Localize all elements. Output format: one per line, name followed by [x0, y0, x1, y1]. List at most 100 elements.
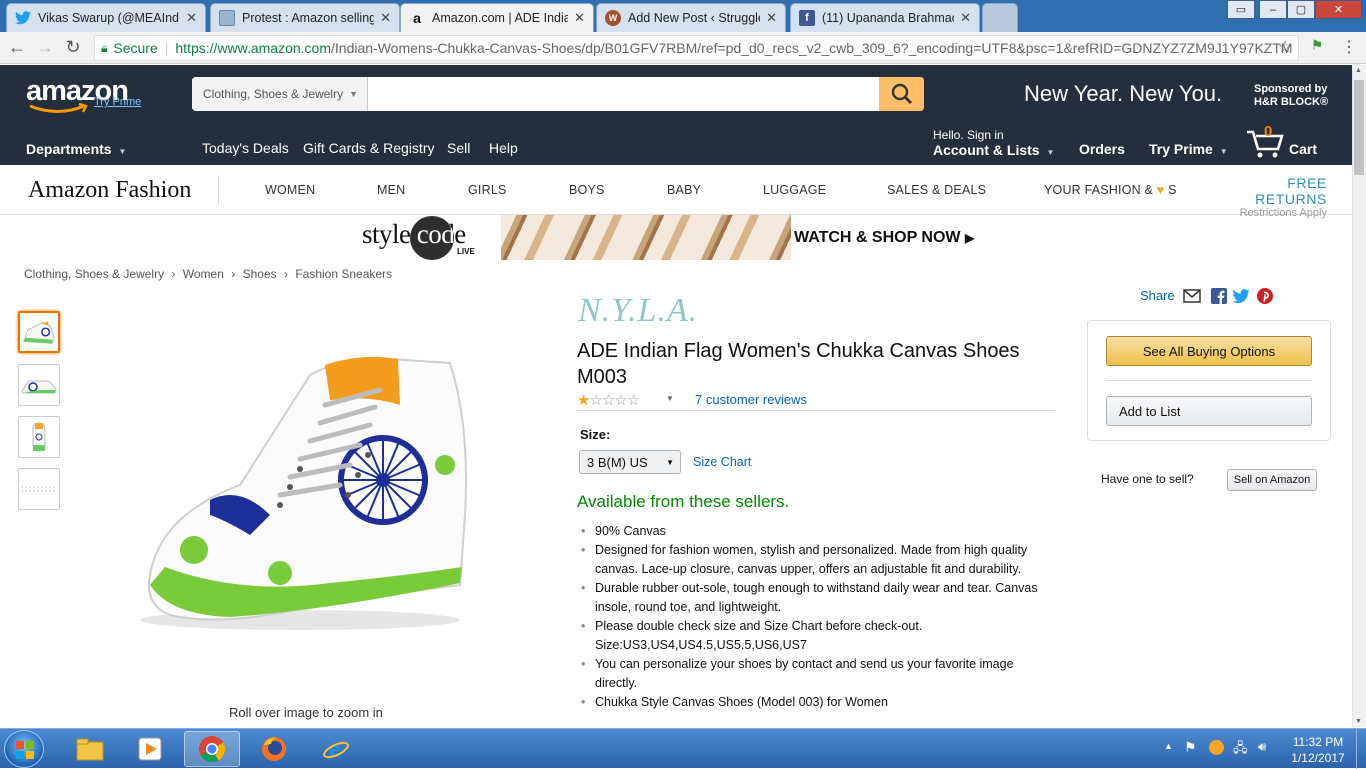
fashion-nav-baby[interactable]: BABY — [667, 183, 701, 197]
vpn-icon[interactable] — [1209, 740, 1224, 755]
maximize-button[interactable]: ▢ — [1287, 0, 1315, 19]
bookmark-star-icon[interactable]: ☆ — [1274, 37, 1296, 57]
fashion-nav-your-fashion[interactable]: YOUR FASHION & ♥ S — [1044, 183, 1177, 197]
orders-link[interactable]: Orders — [1079, 141, 1125, 157]
breadcrumb-item[interactable]: Fashion Sneakers — [295, 267, 392, 281]
try-prime-menu[interactable]: Try Prime ▼ — [1149, 141, 1228, 157]
fashion-nav-girls[interactable]: GIRLS — [468, 183, 507, 197]
scroll-up-arrow-icon[interactable]: ▲ — [1355, 67, 1362, 74]
show-desktop-button[interactable] — [1356, 729, 1366, 769]
nav-sell[interactable]: Sell — [447, 140, 470, 156]
divider — [1106, 380, 1312, 381]
fashion-nav-women[interactable]: WOMEN — [265, 183, 315, 197]
windows-taskbar: e ▲ ⚑ 🖧︎ 🔊︎ 11:32 PM 1/12/2017 — [0, 728, 1366, 769]
menu-icon[interactable]: ⋮ — [1338, 37, 1360, 57]
size-select[interactable]: 3 B(M) US ▼ — [579, 450, 681, 474]
feature-bullets: 90% Canvas Designed for fashion women, s… — [578, 522, 1058, 712]
close-tab-icon[interactable]: ✕ — [186, 10, 197, 26]
internet-explorer-icon[interactable]: e — [308, 731, 364, 767]
sell-on-amazon-button[interactable]: Sell on Amazon — [1227, 469, 1317, 491]
tab-protest[interactable]: Protest : Amazon selling ✕ — [210, 3, 400, 32]
fashion-nav-boys[interactable]: BOYS — [569, 183, 605, 197]
fashion-nav-luggage[interactable]: LUGGAGE — [763, 183, 826, 197]
chrome-icon[interactable] — [184, 731, 240, 767]
firefox-icon[interactable] — [246, 731, 302, 767]
breadcrumb-item[interactable]: Clothing, Shoes & Jewelry — [24, 267, 164, 281]
amazon-fashion-logo[interactable]: Amazon Fashion — [28, 177, 191, 204]
star-rating[interactable]: ★☆☆☆☆ — [577, 391, 640, 409]
customer-reviews-link[interactable]: 7 customer reviews — [695, 392, 807, 407]
media-player-icon[interactable] — [122, 731, 178, 767]
close-tab-icon[interactable]: ✕ — [380, 10, 391, 26]
file-explorer-icon[interactable] — [62, 731, 118, 767]
product-title: ADE Indian Flag Women's Chukka Canvas Sh… — [577, 340, 1020, 388]
address-bar-row: ← → ↻ 🔒︎ Secure | https://www.amazon.com… — [0, 32, 1366, 64]
product-thumbnail-1[interactable] — [18, 311, 60, 353]
tab-title: Amazon.com | ADE India — [432, 11, 569, 25]
search-category-dropdown[interactable]: Clothing, Shoes & Jewelry ▼ — [192, 77, 368, 111]
nav-help[interactable]: Help — [489, 140, 518, 156]
nav-todays-deals[interactable]: Today's Deals — [202, 140, 289, 156]
tab-amazon[interactable]: a Amazon.com | ADE India ✕ — [400, 3, 594, 32]
amazon-icon: a — [413, 10, 421, 26]
user-icon[interactable]: ▭ — [1227, 0, 1255, 19]
try-prime-link[interactable]: Try Prime — [94, 96, 141, 108]
tab-wordpress[interactable]: W Add New Post ‹ Struggle ✕ — [596, 3, 786, 32]
volume-icon[interactable]: 🔊︎ — [1258, 739, 1266, 755]
tab-twitter[interactable]: Vikas Swarup (@MEAInd ✕ — [6, 3, 206, 32]
size-value: 3 B(M) US — [587, 454, 648, 470]
forward-arrow-icon[interactable]: → — [34, 37, 56, 58]
facebook-icon[interactable] — [1211, 288, 1227, 304]
action-center-flag-icon[interactable]: ⚑ — [1184, 739, 1197, 756]
tab-facebook[interactable]: f (11) Upananda Brahmach ✕ — [790, 3, 980, 32]
free-returns[interactable]: FREE RETURNS Restrictions Apply — [1215, 175, 1327, 219]
close-tab-icon[interactable]: ✕ — [960, 10, 971, 26]
scroll-down-arrow-icon[interactable]: ▼ — [1355, 718, 1362, 725]
breadcrumb-item[interactable]: Shoes — [243, 267, 277, 281]
twitter-icon[interactable] — [1232, 289, 1250, 304]
cart-button[interactable]: 0 Cart — [1246, 123, 1326, 159]
chakra-wheel — [338, 435, 428, 525]
see-all-buying-options-button[interactable]: See All Buying Options — [1106, 336, 1312, 366]
product-thumbnail-2[interactable] — [18, 364, 60, 406]
fashion-nav-men[interactable]: MEN — [377, 183, 405, 197]
add-to-list-button[interactable]: Add to List — [1106, 396, 1312, 426]
account-menu[interactable]: Hello. Sign in Account & Lists ▼ — [933, 128, 1054, 158]
promo-text[interactable]: New Year. New You. — [1024, 81, 1222, 107]
style-code-banner[interactable]: style code style code LIVE WATCH & SHOP … — [350, 215, 1010, 260]
network-icon[interactable]: 🖧︎ — [1233, 739, 1248, 761]
url-field[interactable]: 🔒︎ Secure | https://www.amazon.com /Indi… — [94, 35, 1299, 61]
new-tab-button[interactable] — [982, 3, 1018, 32]
close-tab-icon[interactable]: ✕ — [574, 10, 585, 26]
breadcrumb-item[interactable]: Women — [183, 267, 224, 281]
scrollbar-thumb[interactable] — [1354, 80, 1364, 175]
product-thumbnail-3[interactable] — [18, 416, 60, 458]
reload-icon[interactable]: ↻ — [62, 37, 84, 58]
nav-gift-cards[interactable]: Gift Cards & Registry — [303, 140, 434, 156]
product-image[interactable] — [130, 345, 475, 645]
system-clock[interactable]: 11:32 PM 1/12/2017 — [1283, 734, 1353, 766]
clock-time: 11:32 PM — [1292, 735, 1344, 749]
facebook-icon: f — [799, 10, 815, 26]
close-tab-icon[interactable]: ✕ — [766, 10, 777, 26]
brand-logo[interactable]: N.Y.L.A. — [578, 292, 698, 330]
search-button[interactable] — [879, 77, 924, 111]
close-window-button[interactable]: ✕ — [1315, 0, 1362, 19]
fashion-nav-sales[interactable]: SALES & DEALS — [887, 183, 986, 197]
heart-icon: ♥ — [1156, 183, 1165, 197]
search-input[interactable] — [369, 77, 879, 111]
back-arrow-icon[interactable]: ← — [6, 37, 28, 58]
size-chart-link[interactable]: Size Chart — [693, 455, 751, 469]
availability-label: Available from these sellers. — [577, 492, 790, 511]
tray-up-arrow-icon[interactable]: ▲ — [1164, 741, 1173, 751]
start-button[interactable] — [4, 730, 44, 768]
departments-menu[interactable]: Departments ▼ — [26, 141, 126, 157]
fashion-nav: Amazon Fashion WOMEN MEN GIRLS BOYS BABY… — [0, 165, 1352, 219]
email-icon[interactable] — [1183, 289, 1201, 303]
minimize-button[interactable]: – — [1259, 0, 1287, 19]
tab-title: Add New Post ‹ Struggle — [628, 11, 761, 25]
product-thumbnail-4[interactable] — [18, 468, 60, 510]
extension-icon[interactable]: ⚑ — [1306, 37, 1328, 54]
pinterest-icon[interactable] — [1257, 288, 1273, 304]
chevron-down-icon[interactable]: ▼ — [666, 394, 674, 403]
